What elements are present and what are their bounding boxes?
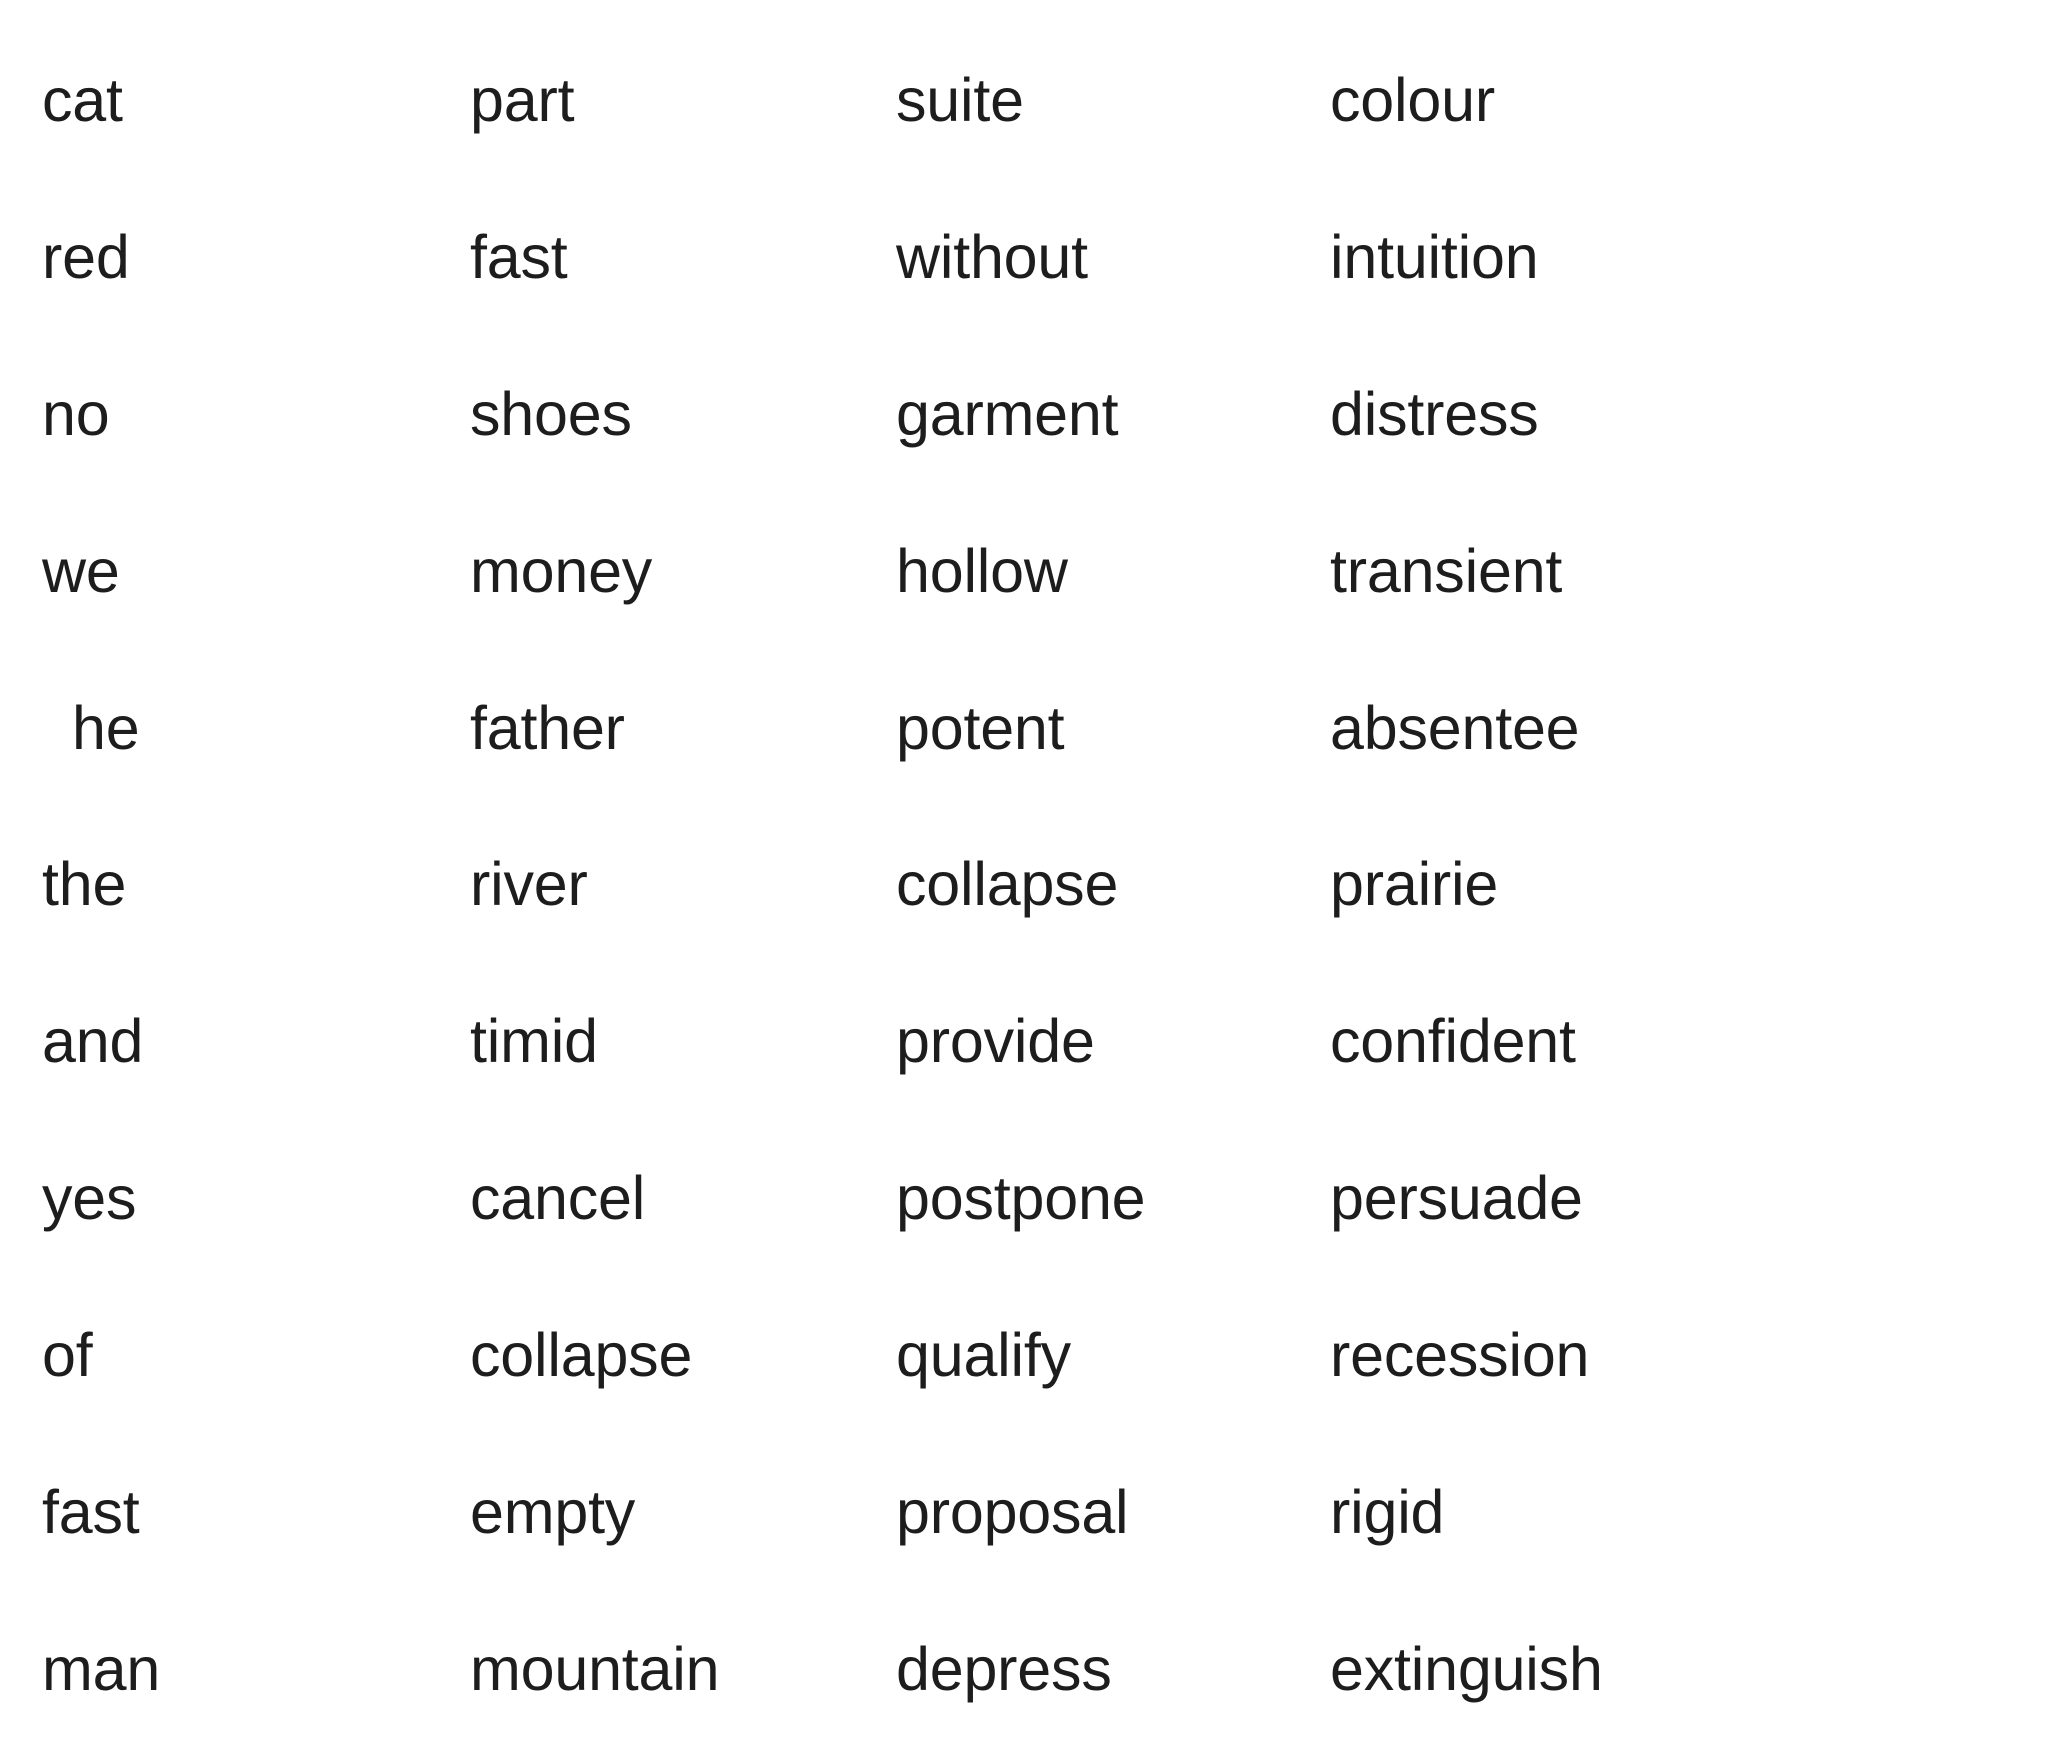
word-item: the: [42, 850, 127, 919]
word-item: potent: [896, 693, 1065, 762]
word-item: depress: [896, 1634, 1112, 1703]
word-item: transient: [1330, 536, 1563, 605]
word-item: absentee: [1330, 693, 1580, 762]
word-item: yes: [42, 1164, 137, 1233]
word-item: garment: [896, 379, 1119, 448]
word-item: part: [470, 65, 575, 134]
word-item: provide: [896, 1007, 1095, 1076]
word-item: extinguish: [1330, 1634, 1603, 1703]
word-item: father: [470, 693, 625, 762]
word-item: distress: [1330, 379, 1539, 448]
word-item: we: [42, 536, 120, 605]
word-item: timid: [470, 1007, 598, 1076]
word-item: fast: [470, 222, 568, 291]
word-item: qualify: [896, 1321, 1071, 1390]
word-item: hollow: [896, 536, 1068, 605]
word-item: river: [470, 850, 588, 919]
word-item: proposal: [896, 1477, 1129, 1546]
word-item: and: [42, 1007, 144, 1076]
word-item: rigid: [1330, 1477, 1445, 1546]
word-item: persuade: [1330, 1164, 1583, 1233]
word-item: suite: [896, 65, 1024, 134]
word-item: confident: [1330, 1007, 1576, 1076]
word-item: he: [72, 693, 140, 762]
word-item: recession: [1330, 1321, 1590, 1390]
word-item: fast: [42, 1477, 140, 1546]
word-item: prairie: [1330, 850, 1499, 919]
word-item: man: [42, 1634, 161, 1703]
word-item: empty: [470, 1477, 636, 1546]
word-item: collapse: [896, 850, 1119, 919]
word-item: shoes: [470, 379, 632, 448]
word-list-sheet: cat part suite colour red fast without i…: [0, 0, 2047, 1726]
word-grid: cat part suite colour red fast without i…: [0, 0, 2047, 1726]
word-item: no: [42, 379, 110, 448]
word-item: colour: [1330, 65, 1495, 134]
word-item: without: [896, 222, 1088, 291]
word-item: red: [42, 222, 130, 291]
word-item: postpone: [896, 1164, 1146, 1233]
word-item: collapse: [470, 1321, 693, 1390]
word-item: of: [42, 1321, 93, 1390]
word-item: intuition: [1330, 222, 1539, 291]
word-item: mountain: [470, 1634, 720, 1703]
word-item: money: [470, 536, 653, 605]
word-item: cancel: [470, 1164, 646, 1233]
word-item: cat: [42, 65, 123, 134]
